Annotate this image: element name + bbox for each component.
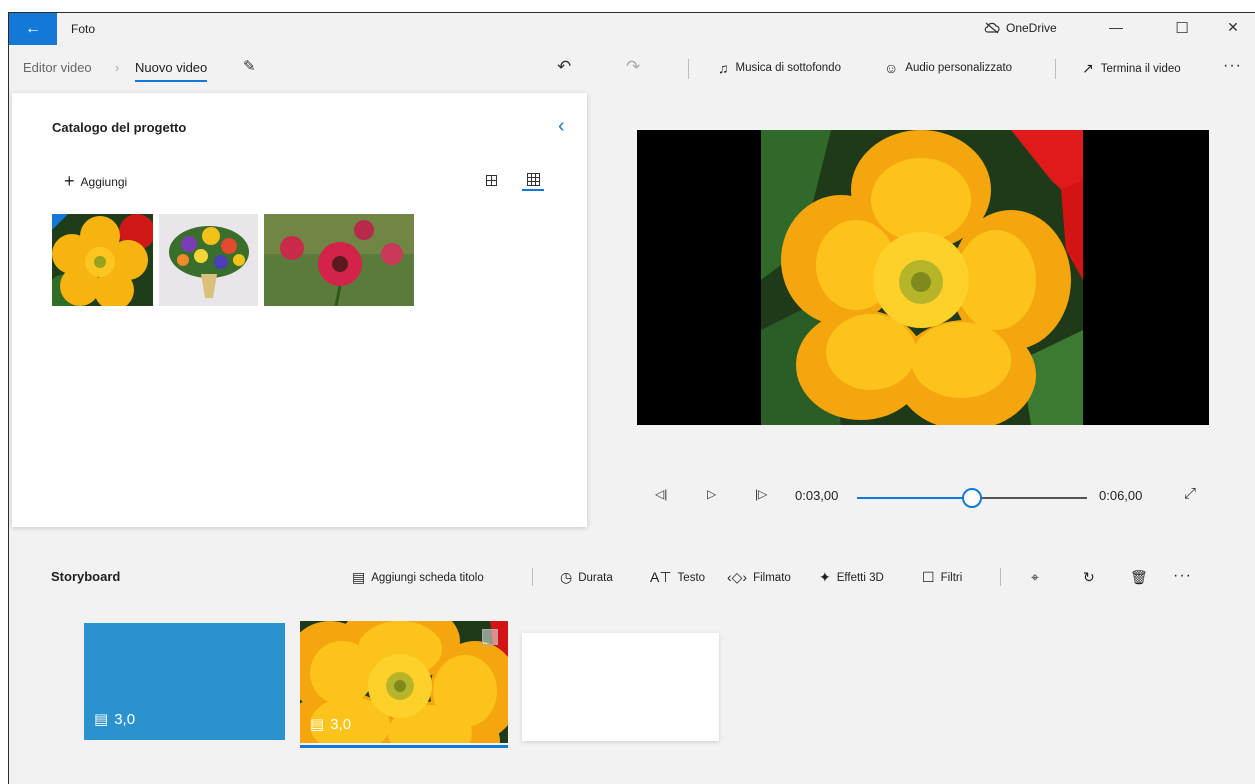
fullscreen-icon[interactable]: ⤢: [1184, 485, 1196, 502]
project-library-panel: Catalogo del progetto ‹ + Aggiungi: [12, 93, 587, 527]
title-bar: ← Foto: [9, 13, 1255, 45]
rotate-button[interactable]: ↻: [1083, 569, 1095, 586]
add-title-card-button[interactable]: ▤ Aggiungi scheda titolo: [352, 569, 484, 586]
motion-icon: ‹◇›: [727, 569, 748, 585]
library-item-yellow-flower[interactable]: [52, 214, 153, 306]
previous-frame-icon[interactable]: ◁|: [655, 487, 667, 501]
add-media-button[interactable]: + Aggiungi: [64, 171, 127, 192]
duration-button[interactable]: ◷ Durata: [560, 569, 613, 586]
divider: [688, 59, 689, 79]
preview-frame-yellow-flower: [761, 130, 1083, 425]
finish-video-label: Termina il video: [1100, 62, 1181, 75]
title-card-icon: ▤: [352, 569, 366, 585]
breadcrumb-editor-video[interactable]: Editor video: [23, 60, 92, 75]
large-grid-view-icon[interactable]: [480, 169, 502, 191]
command-bar: Editor video › Nuovo video ✎ ↶ ↷ ♫ Music…: [9, 51, 1255, 85]
card-select-checkbox[interactable]: [482, 629, 498, 645]
image-icon: ▤: [310, 716, 325, 733]
maximize-button[interactable]: ☐: [1172, 19, 1192, 37]
add-title-card-label: Aggiungi scheda titolo: [371, 571, 484, 584]
more-options-icon[interactable]: ···: [1223, 57, 1242, 75]
library-item-flower-bouquet[interactable]: [159, 214, 258, 306]
current-time: 0:03,00: [795, 488, 839, 503]
close-button[interactable]: ✕: [1223, 19, 1243, 36]
crop-resize-icon: ⌖: [1031, 569, 1039, 585]
filter-brush-icon: ☐: [922, 569, 935, 585]
seek-bar-progress: [857, 497, 972, 499]
minimize-button[interactable]: —: [1106, 19, 1126, 35]
flower-bouquet-image: [159, 214, 258, 306]
add-media-label: Aggiungi: [80, 174, 128, 189]
divider: [1000, 568, 1001, 586]
breadcrumb-separator-icon: ›: [115, 60, 120, 75]
seek-bar-thumb[interactable]: [962, 488, 982, 508]
filters-button[interactable]: ☐ Filtri: [922, 569, 962, 586]
sparkle-icon: ✦: [819, 569, 831, 585]
app-window: ← Foto OneDrive — ☐ ✕ Editor video › Nuo…: [8, 12, 1255, 784]
seek-bar[interactable]: [857, 488, 1087, 508]
next-frame-icon[interactable]: |▷: [755, 487, 767, 501]
title-card-icon: ▤: [94, 711, 109, 728]
storyboard-more-icon[interactable]: ···: [1173, 567, 1192, 585]
undo-icon[interactable]: ↶: [557, 57, 571, 77]
pencil-icon[interactable]: ✎: [243, 57, 256, 75]
background-music-label: Musica di sottofondo: [735, 62, 841, 74]
3d-effects-button[interactable]: ✦ Effetti 3D: [819, 569, 884, 586]
playback-controls: ◁| ▷ |▷ 0:03,00 0:06,00 ⤢: [637, 483, 1209, 511]
storyboard-empty-slot[interactable]: [522, 633, 719, 741]
delete-button[interactable]: 🗑: [1130, 569, 1148, 586]
storyboard-panel: Storyboard ▤ Aggiungi scheda titolo ◷ Du…: [9, 551, 1255, 784]
video-preview[interactable]: [637, 130, 1209, 425]
onedrive-status[interactable]: OneDrive: [984, 21, 1057, 35]
share-icon: ↗: [1082, 60, 1094, 76]
rotate-icon: ↻: [1083, 569, 1095, 585]
in-use-marker: [52, 214, 68, 230]
red-gerbera-image: [264, 214, 414, 306]
3d-effects-label: Effetti 3D: [836, 571, 884, 584]
play-icon[interactable]: ▷: [707, 487, 716, 501]
app-title: Foto: [71, 22, 96, 36]
filters-label: Filtri: [940, 571, 963, 584]
duration-label: Durata: [578, 571, 613, 584]
text-icon: A⊤: [650, 569, 672, 585]
motion-button[interactable]: ‹◇› Filmato: [727, 569, 791, 586]
card-duration: ▤ 3,0: [94, 710, 136, 729]
project-library-title: Catalogo del progetto: [52, 120, 187, 135]
small-grid-view-icon[interactable]: [522, 169, 544, 191]
divider: [532, 568, 533, 586]
plus-icon: +: [64, 171, 75, 191]
custom-audio-button[interactable]: ☺ Audio personalizzato: [884, 60, 1012, 76]
resize-button[interactable]: ⌖: [1031, 569, 1039, 586]
redo-icon[interactable]: ↷: [626, 57, 640, 77]
text-label: Testo: [677, 571, 706, 584]
music-note-icon: ♫: [718, 60, 729, 76]
motion-label: Filmato: [753, 571, 791, 584]
audio-person-icon: ☺: [884, 60, 899, 76]
finish-video-button[interactable]: ↗ Termina il video: [1082, 60, 1181, 77]
trash-icon: 🗑: [1130, 569, 1148, 585]
onedrive-label: OneDrive: [1006, 21, 1057, 35]
selected-card-indicator: [300, 745, 508, 748]
background-music-button[interactable]: ♫ Musica di sottofondo: [718, 60, 841, 76]
back-arrow-icon[interactable]: ←: [9, 13, 57, 45]
collapse-chevron-icon[interactable]: ‹: [558, 115, 565, 138]
total-time: 0:06,00: [1099, 488, 1143, 503]
clock-icon: ◷: [560, 569, 573, 585]
custom-audio-label: Audio personalizzato: [905, 62, 1013, 74]
storyboard-card-title[interactable]: ▤ 3,0: [84, 623, 285, 740]
divider: [1055, 59, 1056, 79]
card-duration: ▤ 3,0: [310, 715, 352, 734]
storyboard-card-image[interactable]: ▤ 3,0: [300, 621, 508, 743]
text-button[interactable]: A⊤ Testo: [650, 569, 705, 586]
library-item-red-gerbera[interactable]: [264, 214, 414, 306]
storyboard-title: Storyboard: [51, 569, 121, 584]
breadcrumb-current-project[interactable]: Nuovo video: [135, 60, 208, 82]
cloud-off-icon: [984, 22, 1000, 34]
